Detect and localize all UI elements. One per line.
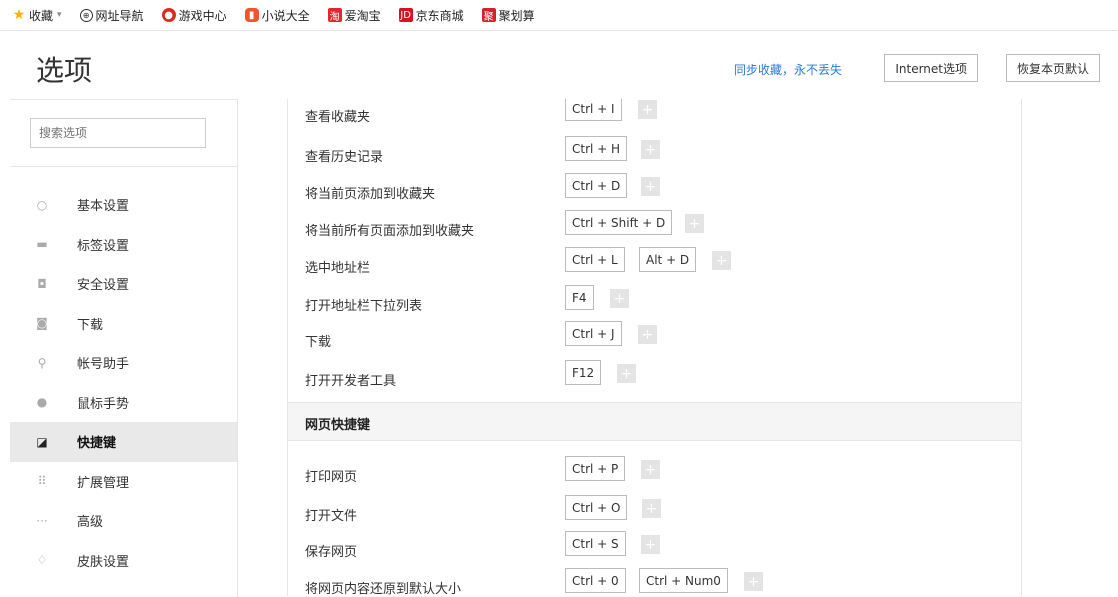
shortcut-key-box[interactable]: Ctrl + L <box>565 247 625 272</box>
sidebar-nav: ○ 基本设置 ▬ 标签设置 ◘ 安全设置 ◙ 下载 ⚲ 帐号助手 ● 鼠标手势 … <box>10 185 237 580</box>
chevron-down-icon[interactable]: ▾ <box>57 10 62 20</box>
sync-favorites-link[interactable]: 同步收藏，永不丢失 <box>734 61 842 78</box>
key-icon: ⚲ <box>37 355 47 370</box>
shortcut-key-box[interactable]: Ctrl + O <box>565 495 628 520</box>
bookmark-taobao[interactable]: 淘 爱淘宝 <box>327 7 381 24</box>
shortcut-key-box[interactable]: F12 <box>565 360 602 385</box>
shortcut-key-box[interactable]: Ctrl + P <box>565 456 626 481</box>
sidebar-item-mouse-gesture[interactable]: ● 鼠标手势 <box>10 383 237 423</box>
shortcut-row: 选中地址栏 Ctrl + L Alt + D + <box>288 247 1021 284</box>
shortcut-key-box[interactable]: F4 <box>565 285 594 310</box>
shortcut-row: 打开开发者工具 F12 + <box>288 360 1021 397</box>
sidebar-item-basic[interactable]: ○ 基本设置 <box>10 185 237 225</box>
shortcut-key-box[interactable]: Alt + D <box>639 247 697 272</box>
shortcut-row: 将当前页添加到收藏夹 Ctrl + D + <box>288 173 1021 210</box>
bookmark-novels[interactable]: ▮ 小说大全 <box>244 7 310 24</box>
section-header-web-shortcuts: 网页快捷键 <box>288 402 1021 441</box>
shortcuts-panel: 查看收藏夹 Ctrl + I + 查看历史记录 Ctrl + H + 将当前页添… <box>287 99 1022 596</box>
sidebar-item-download[interactable]: ◙ 下载 <box>10 304 237 344</box>
options-header: 选项 同步收藏，永不丢失 Internet选项 恢复本页默认 <box>0 31 1118 99</box>
settings-icon: ○ <box>36 197 48 212</box>
sidebar-item-account[interactable]: ⚲ 帐号助手 <box>10 343 237 383</box>
jd-icon: JD <box>398 8 413 22</box>
sidebar-item-shortcuts[interactable]: ◪ 快捷键 <box>10 422 237 462</box>
more-icon: ··· <box>36 513 48 528</box>
book-icon: ▮ <box>244 8 259 22</box>
sidebar-divider <box>10 166 237 167</box>
bookmark-favorites[interactable]: ★ 收藏 ▾ <box>12 7 62 24</box>
add-shortcut-icon[interactable]: + <box>641 177 660 196</box>
add-shortcut-icon[interactable]: + <box>685 214 704 233</box>
globe-icon: ⊕ <box>79 8 93 22</box>
add-shortcut-icon[interactable]: + <box>642 499 661 518</box>
shortcut-row: 下载 Ctrl + J + <box>288 321 1021 358</box>
download-icon: ◙ <box>36 316 48 331</box>
add-shortcut-icon[interactable]: + <box>610 289 629 308</box>
shield-check-icon: ◘ <box>37 276 47 291</box>
tab-icon: ▬ <box>36 237 48 252</box>
shortcut-key-box[interactable]: Ctrl + Shift + D <box>565 210 673 235</box>
shortcut-row: 保存网页 Ctrl + S + <box>288 531 1021 568</box>
sidebar-item-security[interactable]: ◘ 安全设置 <box>10 264 237 304</box>
add-shortcut-icon[interactable]: + <box>712 251 731 270</box>
shortcut-key-box[interactable]: Ctrl + Num0 <box>639 568 728 593</box>
page-title: 选项 <box>36 54 93 87</box>
shortcut-row: 将当前所有页面添加到收藏夹 Ctrl + Shift + D + <box>288 210 1021 247</box>
skin-icon: ♢ <box>36 553 48 568</box>
shortcut-key-box[interactable]: Ctrl + S <box>565 531 626 556</box>
internet-options-button[interactable]: Internet选项 <box>884 54 978 82</box>
shortcut-row: 打开地址栏下拉列表 F4 + <box>288 285 1021 322</box>
bookmark-games[interactable]: ● 游戏中心 <box>161 7 227 24</box>
add-shortcut-icon[interactable]: + <box>638 100 657 119</box>
bookmark-juhuasuan[interactable]: 聚 聚划算 <box>481 7 535 24</box>
shortcut-key-box[interactable]: Ctrl + J <box>565 321 622 346</box>
shortcut-row: 打开文件 Ctrl + O + <box>288 495 1021 532</box>
juhuasuan-icon: 聚 <box>481 8 496 23</box>
extension-icon: ⠿ <box>37 474 47 489</box>
options-sidebar: ○ 基本设置 ▬ 标签设置 ◘ 安全设置 ◙ 下载 ⚲ 帐号助手 ● 鼠标手势 … <box>10 99 238 597</box>
search-options-input[interactable] <box>30 118 206 148</box>
reset-defaults-button[interactable]: 恢复本页默认 <box>1005 54 1100 82</box>
shortcut-key-box[interactable]: Ctrl + 0 <box>565 568 626 593</box>
taobao-icon: 淘 <box>327 8 342 23</box>
mouse-icon: ● <box>36 395 48 410</box>
sidebar-item-advanced[interactable]: ··· 高级 <box>10 501 237 541</box>
shortcut-row: 查看历史记录 Ctrl + H + <box>288 136 1021 173</box>
add-shortcut-icon[interactable]: + <box>638 325 657 344</box>
sidebar-item-skin[interactable]: ♢ 皮肤设置 <box>10 541 237 581</box>
star-icon: ★ <box>12 7 26 23</box>
shortcut-key-box[interactable]: Ctrl + I <box>565 99 622 121</box>
sidebar-item-tabs[interactable]: ▬ 标签设置 <box>10 225 237 265</box>
shortcut-key-box[interactable]: Ctrl + H <box>565 136 628 161</box>
bookmark-nav[interactable]: ⊕ 网址导航 <box>79 7 144 24</box>
add-shortcut-icon[interactable]: + <box>641 140 660 159</box>
add-shortcut-icon[interactable]: + <box>641 535 660 554</box>
bookmarks-bar: ★ 收藏 ▾ ⊕ 网址导航 ● 游戏中心 ▮ 小说大全 淘 爱淘宝 JD 京东商… <box>0 0 1118 31</box>
shortcut-key-box[interactable]: Ctrl + D <box>565 173 628 198</box>
shortcut-row: 打印网页 Ctrl + P + <box>288 456 1021 493</box>
bookmark-jd[interactable]: JD 京东商城 <box>398 7 464 24</box>
sidebar-item-extensions[interactable]: ⠿ 扩展管理 <box>10 462 237 502</box>
shortcut-row: 查看收藏夹 Ctrl + I + <box>288 99 1021 133</box>
add-shortcut-icon[interactable]: + <box>744 572 763 591</box>
add-shortcut-icon[interactable]: + <box>617 364 636 383</box>
shortcut-icon: ◪ <box>36 434 48 449</box>
add-shortcut-icon[interactable]: + <box>641 460 660 479</box>
game-icon: ● <box>161 8 176 22</box>
shortcut-row: 将网页内容还原到默认大小 Ctrl + 0 Ctrl + Num0 + <box>288 568 1021 596</box>
